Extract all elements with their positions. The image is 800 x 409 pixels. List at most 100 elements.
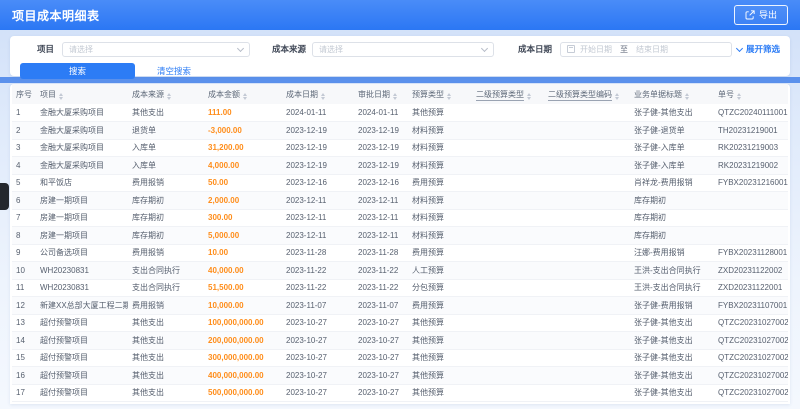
cell-cost_amount: 400,000,000.00 (204, 366, 282, 385)
export-button[interactable]: 导出 (733, 5, 788, 25)
cell-cost_source: 其他支出 (128, 331, 204, 350)
cell-budget_type_l2_code (544, 191, 630, 210)
cell-budget_type_l2_code (544, 156, 630, 175)
cell-cost_source: 入库单 (128, 156, 204, 175)
cell-index: 6 (12, 191, 36, 210)
project-select[interactable]: 请选择 (62, 41, 251, 57)
cell-doc_no (714, 191, 788, 210)
sort-icon[interactable] (737, 92, 741, 100)
cell-doc_title: 库存期初 (630, 226, 714, 245)
table-row: 5 和平饭店 费用报销 50.00 2023-12-16 2023-12-16 费用预算 肖祥… (12, 174, 788, 192)
cell-budget_type_l2 (472, 121, 544, 140)
table-row: 8 房建一期项目 库存期初 5,000.00 2023-12-11 2023-12-11 材… (12, 226, 788, 245)
calendar-icon (567, 45, 576, 53)
column-header-cost_source[interactable]: 成本来源 (128, 84, 204, 104)
column-header-project[interactable]: 项目 (36, 84, 128, 104)
table-row: 10 WH20230831 支出合同执行 40,000.00 2023-11-22 202… (12, 261, 788, 280)
column-header-doc_title[interactable]: 业务单据标题 (630, 84, 714, 104)
cell-cost_date: 2023-12-16 (282, 174, 354, 192)
cell-cost_amount: -3,000.00 (204, 121, 282, 140)
cell-cost_date: 2023-12-11 (282, 226, 354, 245)
cell-cost_date: 2023-12-11 (282, 191, 354, 210)
table-header-row: 序号 项目 成本来源 成本金额 成本日期 审批日期 预算类型 二级预算类型 二级预算类型编码 业务… (12, 84, 788, 104)
cell-index: 13 (12, 314, 36, 332)
column-label: 二级预算类型 (476, 89, 524, 101)
column-header-doc_no[interactable]: 单号 (714, 84, 788, 104)
sort-icon[interactable] (243, 92, 247, 100)
expand-filters-link[interactable]: 展开筛选 (735, 43, 780, 55)
column-header-index: 序号 (12, 84, 36, 104)
cell-doc_title: 张子健-退货单 (630, 121, 714, 140)
cell-index: 4 (12, 156, 36, 175)
cell-budget_type_l2 (472, 226, 544, 245)
cell-project: 超付预警项目 (36, 331, 128, 350)
cell-cost_date: 2023-12-19 (282, 156, 354, 175)
cell-cost_amount: 2,000.00 (204, 191, 282, 210)
cell-budget_type_l2_code (544, 209, 630, 227)
table-row: 15 超付预警项目 其他支出 300,000,000.00 2023-10-27 2023… (12, 349, 788, 367)
cell-index: 16 (12, 366, 36, 385)
cell-project: 和平饭店 (36, 174, 128, 192)
cell-approval_date: 2024-01-11 (354, 104, 408, 122)
cell-approval_date: 2023-12-11 (354, 191, 408, 210)
cell-approval_date: 2023-12-19 (354, 121, 408, 140)
column-header-cost_date[interactable]: 成本日期 (282, 84, 354, 104)
table-row: 14 超付预警项目 其他支出 200,000,000.00 2023-10-27 2023… (12, 331, 788, 350)
table-row: 1 金融大厦采购项目 其他支出 111.00 2024-01-11 2024-01-11 其… (12, 104, 788, 122)
sort-icon[interactable] (685, 92, 689, 100)
sort-icon[interactable] (447, 92, 451, 100)
cell-cost_source: 其他支出 (128, 104, 204, 122)
cell-doc_no: QTZC20231027002 (714, 331, 788, 350)
column-header-budget_type_l2[interactable]: 二级预算类型 (472, 84, 544, 104)
cell-doc_title: 张子健-入库单 (630, 156, 714, 175)
cell-budget_type_l2_code (544, 366, 630, 385)
cell-approval_date: 2023-10-27 (354, 366, 408, 385)
clear-search-button[interactable]: 清空搜索 (151, 64, 197, 78)
cell-budget_type: 材料预算 (408, 226, 472, 245)
cell-budget_type_l2 (472, 104, 544, 122)
cell-budget_type: 其他预算 (408, 349, 472, 367)
table-row: 11 WH20230831 支出合同执行 51,500.00 2023-11-22 202… (12, 279, 788, 297)
sort-icon[interactable] (321, 92, 325, 100)
sort-icon[interactable] (167, 92, 171, 100)
cell-budget_type: 材料预算 (408, 156, 472, 175)
search-button[interactable]: 搜索 (20, 63, 135, 79)
column-header-budget_type[interactable]: 预算类型 (408, 84, 472, 104)
cell-doc_no: RK20231219003 (714, 139, 788, 157)
cell-doc_title: 张子健-其他支出 (630, 314, 714, 332)
cell-doc_title: 张子健-其他支出 (630, 384, 714, 402)
table-row: 3 金融大厦采购项目 入库单 31,200.00 2023-12-19 2023-12-1… (12, 139, 788, 157)
sort-icon[interactable] (615, 92, 619, 100)
cell-budget_type_l2_code (544, 174, 630, 192)
column-header-budget_type_l2_code[interactable]: 二级预算类型编码 (544, 84, 630, 104)
cell-cost_amount: 51,500.00 (204, 279, 282, 297)
column-header-approval_date[interactable]: 审批日期 (354, 84, 408, 104)
cell-index: 8 (12, 226, 36, 245)
cell-project: 超付预警项目 (36, 314, 128, 332)
table-row: 17 超付预警项目 其他支出 500,000,000.00 2023-10-27 2023… (12, 384, 788, 402)
cell-approval_date: 2023-11-22 (354, 261, 408, 280)
column-label: 成本日期 (286, 89, 318, 99)
cell-budget_type_l2_code (544, 279, 630, 297)
side-drawer-handle[interactable] (0, 183, 9, 210)
sort-icon[interactable] (527, 92, 531, 100)
column-header-cost_amount[interactable]: 成本金额 (204, 84, 282, 104)
cell-doc_title: 王洪-支出合同执行 (630, 279, 714, 297)
cell-index: 12 (12, 296, 36, 315)
table-row: 7 房建一期项目 库存期初 300.00 2023-12-11 2023-12-11 材料预… (12, 209, 788, 227)
cell-cost_source: 其他支出 (128, 384, 204, 402)
cost-date-range-picker[interactable]: 开始日期 至 结束日期 (560, 41, 733, 57)
cell-doc_no: FYBX20231216001 (714, 174, 788, 192)
cost-source-select[interactable]: 请选择 (312, 41, 495, 57)
cell-budget_type_l2 (472, 261, 544, 280)
cell-budget_type: 材料预算 (408, 191, 472, 210)
cell-cost_source: 其他支出 (128, 314, 204, 332)
cell-budget_type_l2 (472, 139, 544, 157)
cell-approval_date: 2023-12-11 (354, 226, 408, 245)
column-label: 审批日期 (358, 89, 390, 99)
sort-icon[interactable] (59, 92, 63, 100)
cell-cost_amount: 31,200.00 (204, 139, 282, 157)
chevron-down-icon (236, 44, 245, 52)
table-row: 12 新建XX总部大厦工程二期 费用报销 10,000.00 2023-11-07 202… (12, 296, 788, 315)
sort-icon[interactable] (393, 92, 397, 100)
